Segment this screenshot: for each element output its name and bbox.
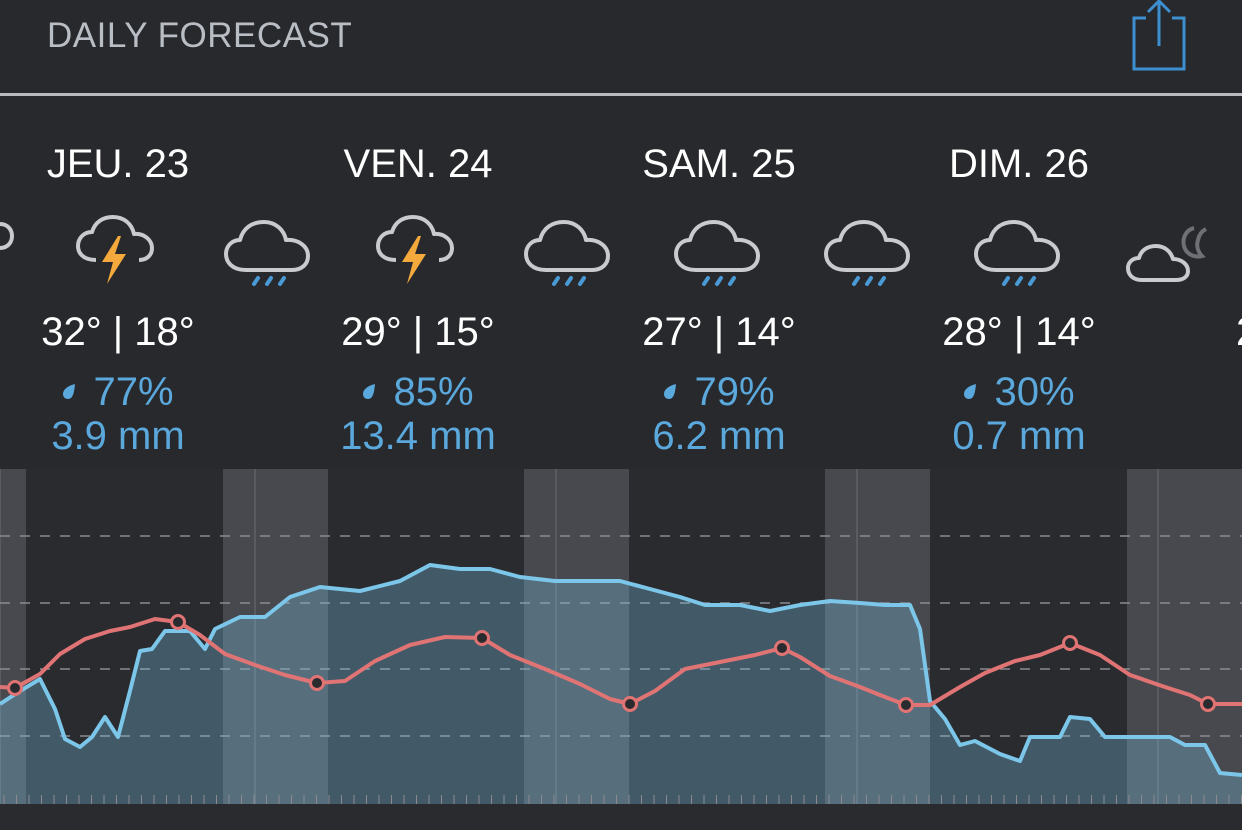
share-icon (1132, 0, 1186, 71)
day-temperatures: 29° | 15° (341, 310, 495, 354)
thunderstorm-icon (376, 215, 454, 284)
precip-probability: 79% (589, 370, 849, 415)
temperature-extremum-marker (474, 630, 490, 646)
precip-amount: 3.9 mm (51, 414, 185, 458)
raindrop-icon (363, 383, 376, 399)
day-label: VEN. 24 (343, 142, 493, 186)
temperature-extremum-marker (309, 675, 325, 691)
precip-amount: 6.2 mm (652, 414, 786, 458)
header: DAILY FORECAST (0, 0, 1242, 94)
temperature-extremum-marker (1200, 696, 1216, 712)
precip-amount: 0.7 mm (952, 414, 1086, 458)
day-label: JEU. 23 (46, 142, 190, 186)
precip-probability: 85% (288, 370, 548, 415)
partly-cloudy-night-icon (1126, 226, 1207, 282)
temperature-extremum-marker (7, 680, 23, 696)
daily-forecast-strip: JEU. 23 32° | 18° 77% 3.9 mm VEN. 24 29°… (0, 96, 1242, 470)
partial-cloud-icon (0, 222, 14, 250)
day-label: DIM. 26 (948, 142, 1090, 186)
precip-probability: 30% (889, 370, 1149, 415)
temperature-extremum-marker (1062, 635, 1078, 651)
day-temperatures: 28° | 14° (942, 310, 1096, 354)
rain-icon (974, 220, 1060, 286)
raindrop-icon (964, 383, 977, 399)
day-label: SAM. 25 (642, 142, 796, 186)
day-temperatures: 32° | 18° (41, 310, 195, 354)
section-title: DAILY FORECAST (47, 16, 353, 55)
raindrop-icon (664, 383, 677, 399)
temperature-extremum-marker (622, 696, 638, 712)
thunderstorm-icon (76, 215, 154, 284)
share-button[interactable] (1126, 0, 1192, 74)
temperature-extremum-marker (774, 640, 790, 656)
rain-icon (674, 220, 760, 286)
rain-icon (524, 220, 610, 286)
temperature-extremum-marker (898, 697, 914, 713)
precip-probability: 77% (0, 370, 248, 415)
rain-icon (824, 220, 910, 286)
temperature-extremum-marker (170, 614, 186, 630)
footer-band (0, 804, 1242, 830)
hourly-chart (0, 469, 1242, 804)
next-day-temperature-partial: 2 (1236, 310, 1242, 356)
rain-icon (224, 220, 310, 286)
day-temperatures: 27° | 14° (642, 310, 796, 354)
raindrop-icon (63, 383, 76, 399)
precip-amount: 13.4 mm (340, 414, 496, 458)
